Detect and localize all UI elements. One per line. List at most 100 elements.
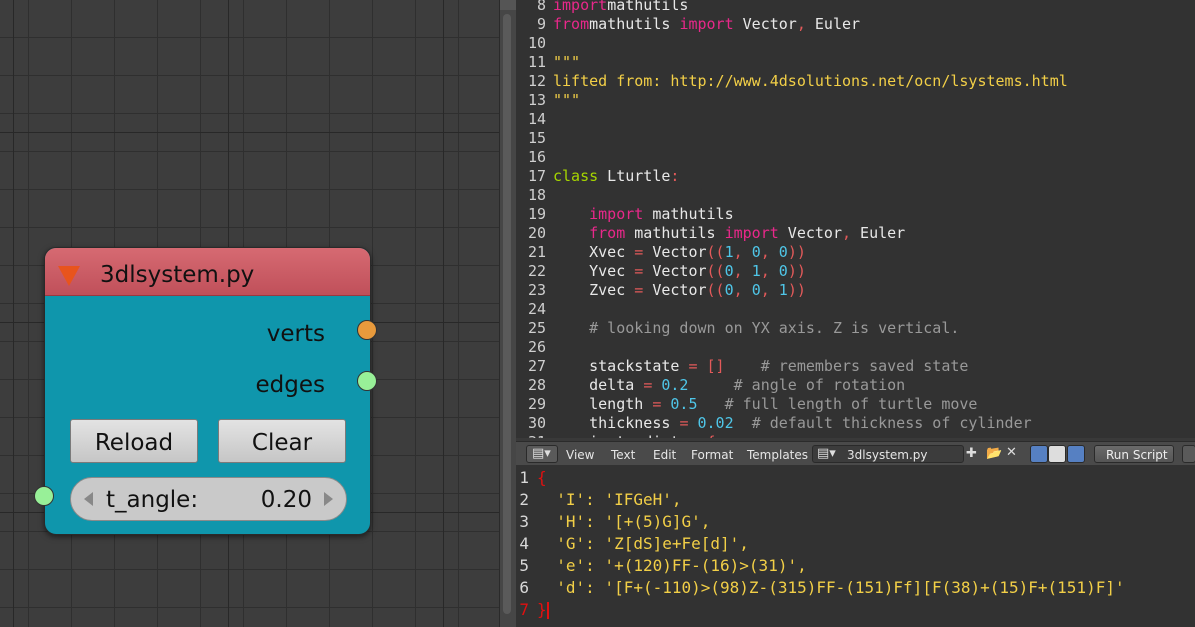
text-browse-icon: ▤▾ [817,446,836,461]
code-line[interactable]: 14 [516,110,1195,129]
code-line[interactable]: 6 'd': '[F+(-110)>(98)Z-(315)FF-(151)Ff]… [516,577,1195,599]
collapse-triangle-icon[interactable] [58,266,80,286]
line-number: 23 [527,281,546,299]
menu-text[interactable]: Text [611,448,635,462]
menu-format[interactable]: Format [691,448,733,462]
line-content: } [537,600,549,619]
line-content: thickness = 0.02 # default thickness of … [553,414,1032,432]
code-line[interactable]: 2 'I': 'IFGeH', [516,489,1195,511]
plugin-toggle-button[interactable] [1182,445,1195,463]
line-number: 17 [527,167,546,185]
line-number: 29 [527,395,546,413]
code-line[interactable]: 18 [516,186,1195,205]
line-number: 26 [527,338,546,356]
line-numbers-icon[interactable] [1030,445,1048,463]
line-content: importmathutils [553,0,689,14]
socket-t-angle-input[interactable] [34,486,54,506]
line-number: 18 [527,186,546,204]
line-number: 13 [527,91,546,109]
increment-arrow-icon[interactable] [324,492,333,506]
code-line[interactable]: 15 [516,129,1195,148]
line-number: 20 [527,224,546,242]
code-line[interactable]: 26 [516,338,1195,357]
code-line[interactable]: 11 """ [516,53,1195,72]
new-text-icon[interactable]: ✚ [966,446,977,461]
menu-templates[interactable]: Templates [747,448,808,462]
line-number: 27 [527,357,546,375]
code-line[interactable]: 21 Xvec = Vector((1, 0, 0)) [516,243,1195,262]
menu-edit[interactable]: Edit [653,448,676,462]
vertical-scrollbar[interactable] [503,14,511,614]
line-number: 15 [527,129,546,147]
line-number: 11 [527,53,546,71]
code-line[interactable]: 7} [516,599,1195,621]
line-content: """ [553,91,581,109]
line-content: class Lturtle: [553,167,680,185]
line-number: 7 [519,600,529,619]
line-number: 25 [527,319,546,337]
socket-edges-output[interactable] [357,371,377,391]
code-line[interactable]: 17 class Lturtle: [516,167,1195,186]
code-line[interactable]: 28 delta = 0.2 # angle of rotation [516,376,1195,395]
code-line[interactable]: 19 import mathutils [516,205,1195,224]
word-wrap-icon[interactable] [1048,445,1066,463]
code-line[interactable]: 31 instrudict = { [516,433,1195,438]
code-line[interactable]: 12 lifted from: http://www.4dsolutions.ne… [516,72,1195,91]
unlink-text-icon[interactable]: ✕ [1006,445,1017,460]
text-editor-json[interactable]: 1{2 'I': 'IFGeH', 3 'H': '[+(5)G]G', 4 'G'… [516,465,1195,627]
output-label-edges: edges [255,372,325,398]
text-filename: 3dlsystem.py [847,448,928,462]
line-content: stackstate = [] # remembers saved state [553,357,969,375]
node-title: 3dlsystem.py [100,262,255,288]
line-content: frommathutils import Vector, Euler [553,15,861,33]
clear-button[interactable]: Clear [218,419,346,463]
line-number: 28 [527,376,546,394]
code-line[interactable]: 8 importmathutils [516,0,1195,15]
text-editor-main[interactable]: 8 importmathutils 9 frommathutils import Ve… [516,0,1195,438]
node-header[interactable]: 3dlsystem.py [45,248,370,296]
code-line[interactable]: 27 stackstate = [] # remembers saved sta… [516,357,1195,376]
line-content: delta = 0.2 # angle of rotation [553,376,906,394]
menu-view[interactable]: View [566,448,594,462]
editor-type-icon[interactable]: ▤▾ [526,445,558,463]
line-number: 12 [527,72,546,90]
code-line[interactable]: 1{ [516,467,1195,489]
line-content: import mathutils [589,205,734,223]
code-line[interactable]: 5 'e': '+(120)FF-(16)>(31)', [516,555,1195,577]
t-angle-slider[interactable]: t_angle: 0.20 [70,477,347,521]
code-line[interactable]: 3 'H': '[+(5)G]G', [516,511,1195,533]
text-datablock-selector[interactable]: ▤▾ 3dlsystem.py [812,445,964,463]
code-line[interactable]: 23 Zvec = Vector((0, 0, 1)) [516,281,1195,300]
slider-value: 0.20 [260,487,312,513]
code-line[interactable]: 16 [516,148,1195,167]
decrement-arrow-icon[interactable] [84,492,93,506]
area-splitter[interactable] [499,0,516,627]
line-number: 8 [536,0,546,14]
reload-button[interactable]: Reload [70,419,198,463]
line-number: 3 [519,512,529,531]
line-content: 'e': '+(120)FF-(16)>(31)', [537,556,807,575]
line-content: { [537,468,547,487]
open-text-icon[interactable]: 📂 [986,446,1002,461]
line-number: 24 [527,300,546,318]
line-content: # looking down on YX axis. Z is vertical… [589,319,960,337]
syntax-highlight-icon[interactable] [1067,445,1085,463]
code-line[interactable]: 30 thickness = 0.02 # default thickness … [516,414,1195,433]
run-script-button[interactable]: Run Script [1094,445,1174,463]
code-line[interactable]: 25 # looking down on YX axis. Z is verti… [516,319,1195,338]
area-corner-handle[interactable] [500,0,516,10]
output-label-verts: verts [266,321,325,347]
line-number: 6 [519,578,529,597]
code-line[interactable]: 24 [516,300,1195,319]
code-line[interactable]: 4 'G': 'Z[dS]e+Fe[d]', [516,533,1195,555]
code-line[interactable]: 9 frommathutils import Vector, Euler [516,15,1195,34]
code-line[interactable]: 13 """ [516,91,1195,110]
line-content: Xvec = Vector((1, 0, 0)) [553,243,806,261]
code-line[interactable]: 20 from mathutils import Vector, Euler [516,224,1195,243]
code-line[interactable]: 10 [516,34,1195,53]
socket-verts-output[interactable] [357,320,377,340]
code-line[interactable]: 22 Yvec = Vector((0, 1, 0)) [516,262,1195,281]
code-line[interactable]: 29 length = 0.5 # full length of turtle … [516,395,1195,414]
script-node[interactable]: 3dlsystem.py verts edges Reload Clear t_… [44,247,371,535]
node-editor-area[interactable]: 3dlsystem.py verts edges Reload Clear t_… [0,0,499,627]
